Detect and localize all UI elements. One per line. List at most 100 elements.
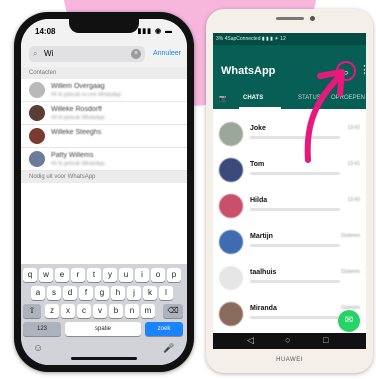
- chat-preview-placeholder: [250, 316, 340, 319]
- key[interactable]: i: [135, 268, 149, 282]
- key[interactable]: r: [71, 268, 85, 282]
- home-indicator: [71, 357, 137, 360]
- chat-preview-placeholder: [250, 208, 340, 211]
- keyboard-row-1: q w e r t y u i o p: [21, 268, 187, 284]
- cancel-button[interactable]: Annuleer: [153, 50, 181, 57]
- contact-name: Willem Overgaag: [51, 83, 105, 90]
- key[interactable]: s: [47, 286, 61, 300]
- chat-name: Martijn: [250, 233, 273, 240]
- chat-time: Gisteren: [341, 233, 360, 239]
- avatar: [219, 122, 243, 146]
- results-empty-area: [21, 194, 187, 264]
- keyboard-row-4: 123 spatie zoek: [21, 322, 187, 338]
- key[interactable]: x: [61, 304, 75, 318]
- contact-subtitle: Hi! Ik gebruik nu ook WhatsApp: [51, 92, 122, 98]
- numbers-key[interactable]: 123: [23, 322, 61, 336]
- camera-tab-icon[interactable]: 📷: [219, 95, 226, 102]
- search-input[interactable]: ⌕ Wi ×: [29, 46, 145, 62]
- key[interactable]: d: [63, 286, 77, 300]
- brand-label: HUAWEI: [276, 357, 303, 363]
- search-key[interactable]: zoek: [145, 322, 183, 336]
- tab-chats[interactable]: CHATS: [243, 95, 263, 101]
- home-icon[interactable]: ○: [285, 335, 290, 345]
- contact-subtitle: Hi! Ik gebruik WhatsApp: [51, 115, 105, 121]
- contact-row[interactable]: Willeke Steeghs: [21, 125, 187, 148]
- section-header-invite: Nodig uit voor WhatsApp: [21, 171, 187, 183]
- back-icon[interactable]: ◁: [247, 335, 254, 346]
- key[interactable]: o: [151, 268, 165, 282]
- key[interactable]: q: [23, 268, 37, 282]
- key[interactable]: u: [119, 268, 133, 282]
- key[interactable]: e: [55, 268, 69, 282]
- contact-subtitle: Hi! Ik gebruik WhatsApp: [51, 161, 105, 167]
- avatar: [219, 302, 243, 326]
- app-title: WhatsApp: [221, 65, 276, 77]
- magnifier-icon: ⌕: [33, 49, 38, 58]
- key[interactable]: g: [95, 286, 109, 300]
- chat-name: Miranda: [250, 305, 277, 312]
- avatar: [219, 194, 243, 218]
- key[interactable]: w: [39, 268, 53, 282]
- chat-name: Tom: [250, 161, 265, 168]
- notch: [69, 19, 139, 33]
- chat-name: taalhuis: [250, 269, 277, 276]
- speaker: [276, 17, 304, 20]
- key[interactable]: a: [31, 286, 45, 300]
- more-menu-icon[interactable]: ⋮: [359, 63, 366, 76]
- new-chat-button[interactable]: ✉: [338, 310, 360, 332]
- chat-preview-placeholder: [250, 280, 340, 283]
- key[interactable]: m: [141, 304, 155, 318]
- avatar: [219, 158, 243, 182]
- key[interactable]: z: [45, 304, 59, 318]
- delete-key[interactable]: ⌫: [163, 304, 183, 318]
- clear-icon[interactable]: ×: [131, 49, 141, 59]
- key[interactable]: c: [77, 304, 91, 318]
- arrow-shaft: [304, 75, 341, 163]
- chat-row[interactable]: taalhuis Gisteren: [213, 259, 366, 295]
- shift-key[interactable]: ⇧: [23, 304, 41, 318]
- contact-row[interactable]: Willem Overgaag Hi! Ik gebruik nu ook Wh…: [21, 79, 187, 102]
- annotation-arrow: [304, 69, 345, 163]
- status-time: 14:08: [35, 27, 56, 36]
- key[interactable]: j: [127, 286, 141, 300]
- iphone-screen: 14:08 ▮▮▮ ◉ ▬ ⌕ Wi × Annuleer Contacten …: [21, 19, 187, 365]
- emoji-icon[interactable]: ☺: [33, 343, 43, 354]
- microphone-icon[interactable]: 🎤: [163, 343, 174, 354]
- contact-name: Willeke Steeghs: [51, 129, 102, 136]
- keyboard-row-3: ⇧ z x c v b n m ⌫: [21, 304, 187, 320]
- space-key[interactable]: spatie: [65, 322, 141, 336]
- avatar: [29, 151, 45, 167]
- avatar: [219, 266, 243, 290]
- key[interactable]: f: [79, 286, 93, 300]
- key[interactable]: l: [159, 286, 173, 300]
- key[interactable]: p: [167, 268, 181, 282]
- key[interactable]: b: [109, 304, 123, 318]
- iphone-device: 14:08 ▮▮▮ ◉ ▬ ⌕ Wi × Annuleer Contacten …: [14, 12, 194, 372]
- front-camera: [310, 16, 315, 21]
- android-nav-bar: ◁ ○ □: [213, 333, 366, 349]
- avatar: [29, 128, 45, 144]
- chat-preview-placeholder: [250, 244, 340, 247]
- key[interactable]: k: [143, 286, 157, 300]
- status-icons: ▮▮▮ ◉ ▬: [137, 28, 173, 35]
- chat-time: 13:40: [347, 197, 360, 203]
- avatar: [219, 230, 243, 254]
- recents-icon[interactable]: □: [323, 335, 328, 345]
- chat-row[interactable]: Martijn Gisteren: [213, 223, 366, 259]
- chat-name: Hilda: [250, 197, 268, 204]
- contact-row[interactable]: Willeke Rosdorff Hi! Ik gebruik WhatsApp: [21, 102, 187, 125]
- key[interactable]: y: [103, 268, 117, 282]
- contact-name: Patty Willems: [51, 152, 94, 159]
- key[interactable]: t: [87, 268, 101, 282]
- key[interactable]: n: [125, 304, 139, 318]
- search-value: Wi: [44, 49, 54, 58]
- keyboard-row-2: a s d f g h j k l: [21, 286, 187, 302]
- chat-row[interactable]: Hilda 13:40: [213, 187, 366, 223]
- key[interactable]: v: [93, 304, 107, 318]
- key[interactable]: h: [111, 286, 125, 300]
- ios-keyboard: q w e r t y u i o p a s d f g h j k l ⇧ …: [21, 264, 187, 365]
- chat-preview-placeholder: [250, 172, 340, 175]
- search-row: ⌕ Wi × Annuleer: [21, 41, 187, 67]
- contact-row[interactable]: Patty Willems Hi! Ik gebruik WhatsApp: [21, 148, 187, 171]
- avatar: [29, 82, 45, 98]
